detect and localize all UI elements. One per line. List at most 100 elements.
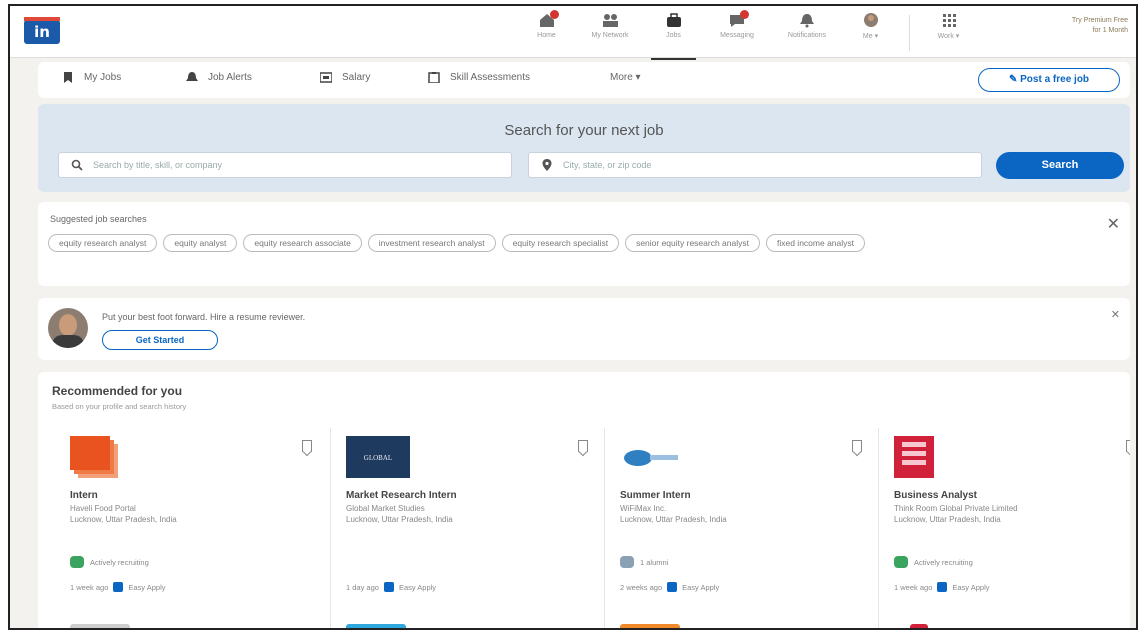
nav-me[interactable]: Me ▾ <box>842 12 899 54</box>
nav-jobs-label: Jobs <box>666 32 681 39</box>
browser-frame: in Home My Network Jobs Messaging Notifi… <box>8 4 1138 630</box>
job-location: Lucknow, Uttar Pradesh, India <box>346 515 453 524</box>
close-icon[interactable]: ✕ <box>1111 308 1120 321</box>
salary-icon <box>320 72 332 83</box>
nav-divider <box>909 15 910 51</box>
job-alerts-label: Job Alerts <box>208 72 252 83</box>
clipboard-icon <box>428 72 440 83</box>
search-title: Search for your next job <box>504 122 664 139</box>
search-button[interactable]: Search <box>996 152 1124 179</box>
notification-badge <box>550 10 559 19</box>
premium-line-1: Try Premium Free <box>1071 17 1128 24</box>
avatar <box>48 308 88 348</box>
post-free-job-button[interactable]: ✎ Post a free job <box>978 68 1120 92</box>
nav-my-network[interactable]: My Network <box>575 12 645 54</box>
recommended-panel: Recommended for you Based on your profil… <box>38 372 1130 628</box>
alumni-icon <box>620 556 634 568</box>
salary-label: Salary <box>342 72 371 83</box>
job-title[interactable]: Summer Intern <box>620 490 691 501</box>
company-logo <box>894 436 934 478</box>
job-insight: Actively recruiting <box>894 556 973 568</box>
svg-text:GLOBAL: GLOBAL <box>364 454 392 462</box>
more-dropdown[interactable]: More ▾ <box>610 72 641 83</box>
briefcase-icon <box>666 13 681 27</box>
job-meta: 1 day ago Easy Apply <box>346 582 436 592</box>
nav-work-label: Work ▾ <box>937 33 960 40</box>
suggestion-pill[interactable]: equity research specialist <box>501 234 620 252</box>
suggested-searches-panel: Suggested job searches ✕ equity research… <box>38 202 1130 286</box>
nav-jobs[interactable]: Jobs <box>645 12 702 60</box>
job-card[interactable]: GLOBAL Market Research Intern Global Mar… <box>338 428 610 608</box>
suggestion-pill[interactable]: investment research analyst <box>367 234 496 252</box>
network-icon <box>603 14 618 27</box>
easy-apply-label: Easy Apply <box>128 582 166 592</box>
job-insight-text: 1 alumni <box>640 557 669 567</box>
suggestion-pill[interactable]: equity research analyst <box>48 234 158 252</box>
recruiting-icon <box>70 556 84 568</box>
next-row-logo <box>910 624 928 628</box>
my-jobs-link[interactable]: My Jobs <box>62 72 121 83</box>
keyword-search-input[interactable]: Search by title, skill, or company <box>58 152 512 178</box>
next-row-logo <box>70 624 130 628</box>
suggested-title: Suggested job searches <box>50 214 147 224</box>
close-icon[interactable]: ✕ <box>1107 214 1120 234</box>
job-title[interactable]: Market Research Intern <box>346 490 457 501</box>
card-divider <box>330 428 331 628</box>
nav-me-label: Me ▾ <box>862 33 879 40</box>
job-insight: 1 alumni <box>620 556 668 568</box>
save-job-icon[interactable] <box>302 440 312 452</box>
nav-notifications-label: Notifications <box>787 32 827 39</box>
bell-icon <box>186 72 198 81</box>
bell-icon <box>800 14 814 28</box>
keyword-placeholder: Search by title, skill, or company <box>93 160 223 170</box>
next-row-logo <box>346 624 406 628</box>
job-meta: 2 weeks ago Easy Apply <box>620 582 719 592</box>
job-title[interactable]: Business Analyst <box>894 490 977 501</box>
salary-link[interactable]: Salary <box>320 72 370 83</box>
logo[interactable]: in <box>24 17 60 44</box>
suggestion-pill[interactable]: senior equity research analyst <box>625 234 760 252</box>
posted-time: 2 weeks ago <box>620 582 663 592</box>
save-job-icon[interactable] <box>1126 440 1130 452</box>
suggestion-pill[interactable]: equity analyst <box>163 234 238 252</box>
job-company: Global Market Studies <box>346 504 425 513</box>
card-divider <box>878 428 879 628</box>
skill-assessments-link[interactable]: Skill Assessments <box>428 72 530 83</box>
recommended-subtitle: Based on your profile and search history <box>52 402 187 411</box>
top-nav: in Home My Network Jobs Messaging Notifi… <box>10 6 1136 60</box>
job-company: Think Room Global Private Limited <box>894 504 1018 513</box>
location-search-input[interactable]: City, state, or zip code <box>528 152 982 178</box>
posted-time: 1 week ago <box>70 582 109 592</box>
search-icon <box>71 159 83 171</box>
suggestion-pills: equity research analyst equity analyst e… <box>48 234 1048 252</box>
nav-work[interactable]: Work ▾ <box>920 12 977 54</box>
easy-apply-icon <box>113 582 124 592</box>
recruiting-icon <box>894 556 908 568</box>
suggestion-pill[interactable]: equity research associate <box>243 234 362 252</box>
grid-icon <box>942 14 956 27</box>
premium-link[interactable]: Try Premium Free for 1 Month <box>1068 16 1128 36</box>
easy-apply-label: Easy Apply <box>952 582 990 592</box>
job-title[interactable]: Intern <box>70 490 98 501</box>
get-started-button[interactable]: Get Started <box>102 330 218 350</box>
bookmark-icon <box>64 72 72 83</box>
card-divider <box>604 428 605 628</box>
nav-home[interactable]: Home <box>518 10 575 54</box>
job-alerts-link[interactable]: Job Alerts <box>186 72 252 83</box>
suggestion-pill[interactable]: fixed income analyst <box>765 234 865 252</box>
job-card[interactable]: Intern Haveli Food Portal Lucknow, Uttar… <box>62 428 334 608</box>
save-job-icon[interactable] <box>578 440 588 452</box>
job-card[interactable]: Business Analyst Think Room Global Priva… <box>886 428 1130 608</box>
save-job-icon[interactable] <box>852 440 862 452</box>
nav-messaging[interactable]: Messaging <box>702 10 772 54</box>
job-location: Lucknow, Uttar Pradesh, India <box>70 515 177 524</box>
job-card[interactable]: Summer Intern WiFiMax Inc. Lucknow, Utta… <box>612 428 884 608</box>
posted-time: 1 week ago <box>894 582 933 592</box>
next-row-logo <box>620 624 680 628</box>
job-company: Haveli Food Portal <box>70 504 136 513</box>
nav-notifications[interactable]: Notifications <box>772 12 842 54</box>
job-meta: 1 week ago Easy Apply <box>70 582 165 592</box>
job-meta: 1 week ago Easy Apply <box>894 582 989 592</box>
more-label: More ▾ <box>610 72 641 83</box>
location-placeholder: City, state, or zip code <box>563 160 652 170</box>
